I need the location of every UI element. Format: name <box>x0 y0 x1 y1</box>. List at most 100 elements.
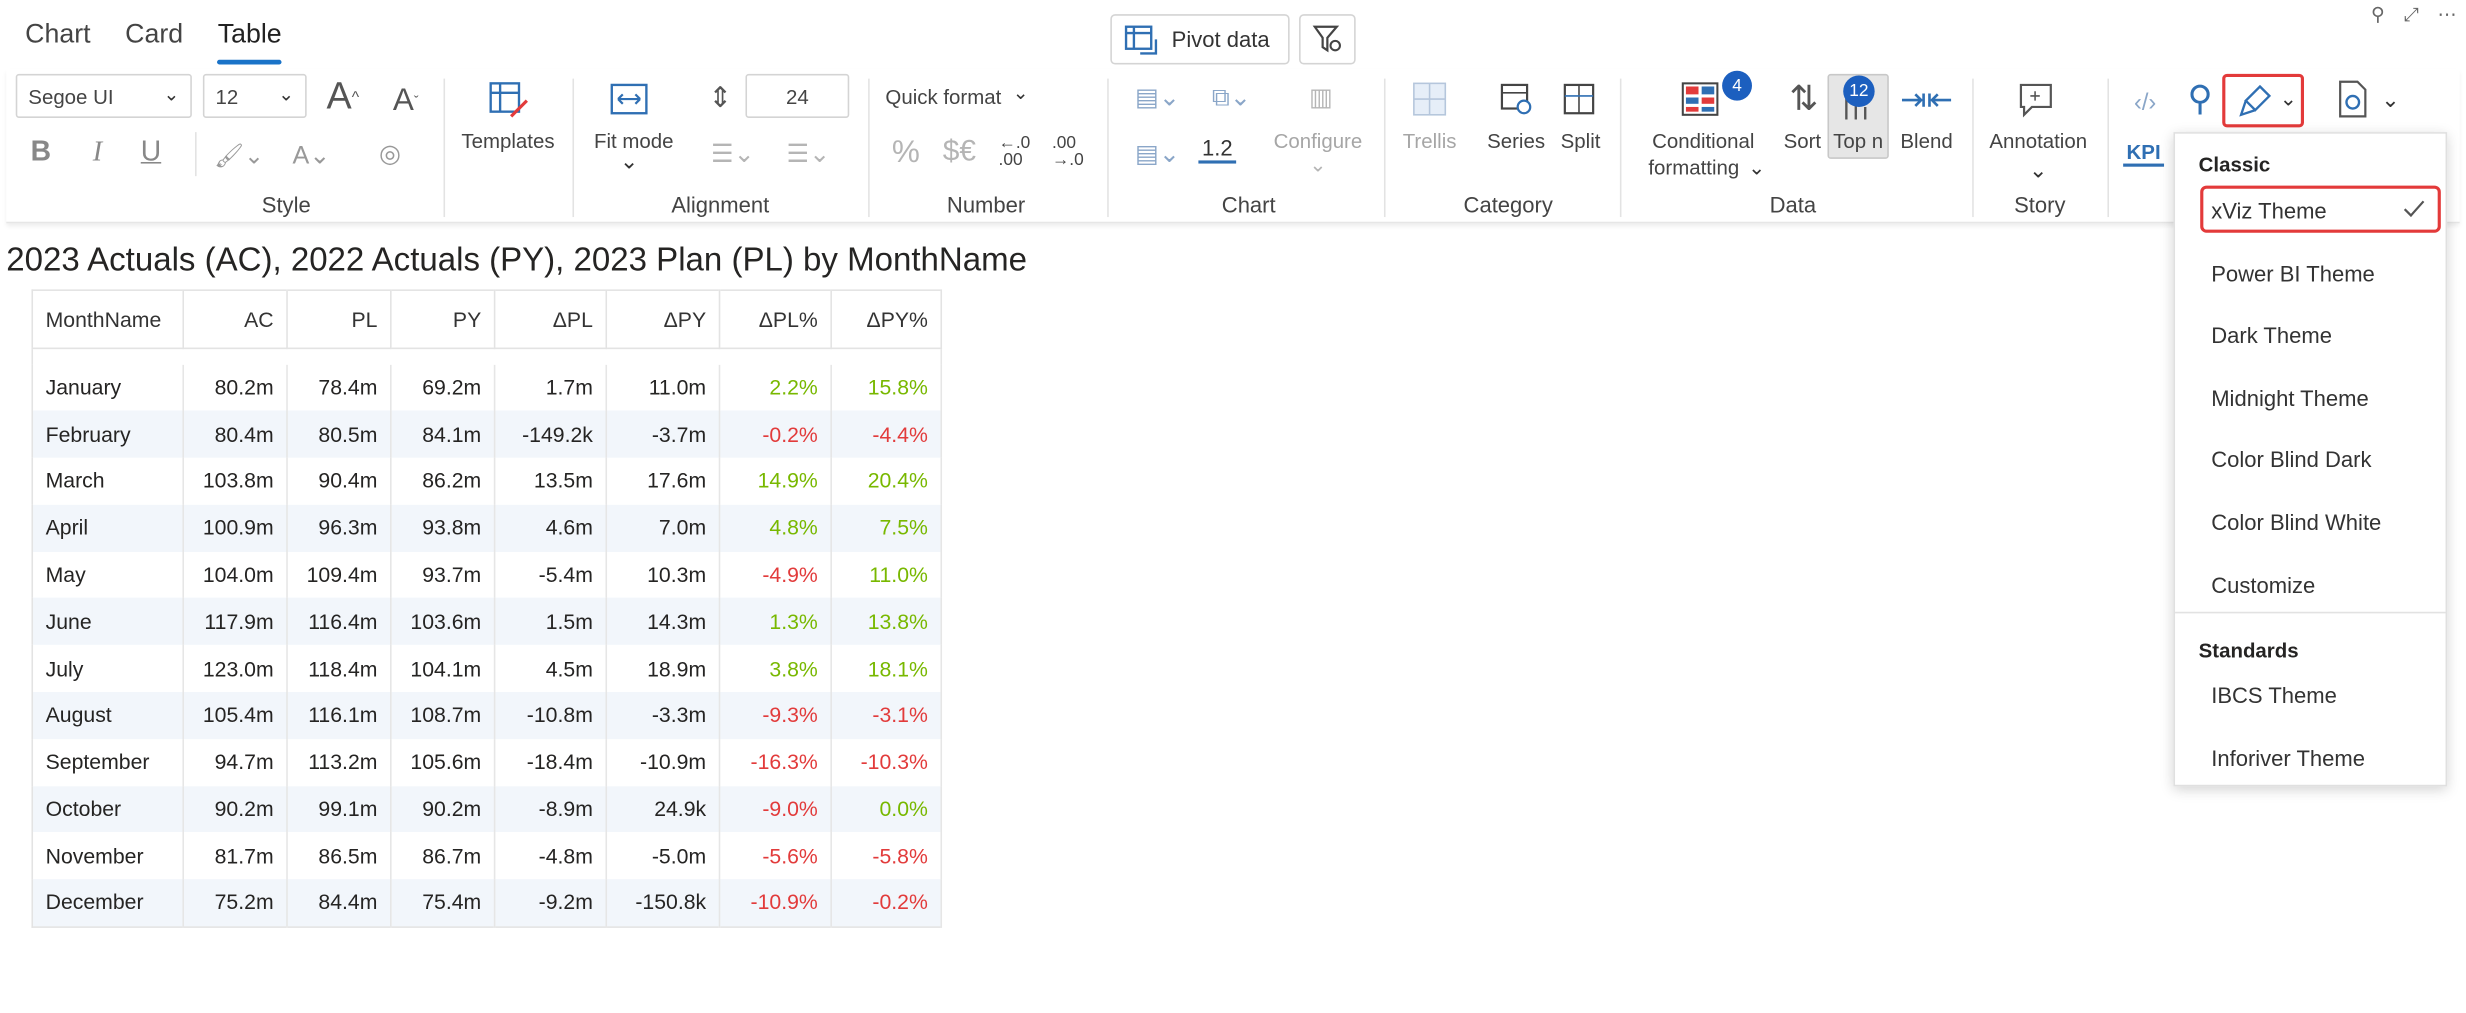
row-label-cell[interactable]: July <box>32 645 185 693</box>
underline-icon[interactable]: U <box>135 132 166 170</box>
value-cell[interactable]: 100.9m <box>183 504 288 552</box>
value-cell[interactable]: 24.9k <box>606 785 721 833</box>
value-cell[interactable]: 84.4m <box>287 879 392 927</box>
value-cell[interactable]: 75.4m <box>390 879 496 927</box>
column-header[interactable]: ΔPL <box>494 290 608 350</box>
value-cell[interactable]: 18.1% <box>831 645 943 693</box>
pivot-data-button[interactable]: Pivot data <box>1110 14 1290 65</box>
column-header[interactable]: PL <box>287 290 392 350</box>
value-cell[interactable]: -149.2k <box>494 410 608 458</box>
table-row[interactable]: October 90.2m 99.1m 90.2m -8.9m 24.9k -9.0% 0.0… <box>32 785 943 833</box>
sort-label[interactable]: Sort <box>1777 129 1827 153</box>
theme-option-dark[interactable]: Dark Theme <box>2211 322 2332 347</box>
value-cell[interactable]: 1.3% <box>719 598 832 646</box>
value-cell[interactable]: 13.5m <box>494 457 608 505</box>
row-label-cell[interactable]: December <box>32 879 185 927</box>
value-cell[interactable]: -10.3% <box>831 738 943 786</box>
value-cell[interactable]: 10.3m <box>606 551 721 599</box>
value-cell[interactable]: -5.6% <box>719 832 832 880</box>
value-cell[interactable]: 116.1m <box>287 692 392 739</box>
theme-option-inforiver[interactable]: Inforiver Theme <box>2211 745 2365 770</box>
conditional-formatting-label[interactable]: Conditional <box>1632 129 1774 153</box>
blend-label[interactable]: Blend <box>1895 129 1958 153</box>
chart-orientation-icon[interactable]: ▤⌄ <box>1126 135 1189 173</box>
value-cell[interactable]: -10.9m <box>606 738 721 786</box>
font-family-select[interactable]: Segoe UI ⌄ <box>15 73 192 118</box>
value-cell[interactable]: -3.7m <box>606 410 721 458</box>
configure-label[interactable]: Configure <box>1264 129 1371 153</box>
value-cell[interactable]: 78.4m <box>287 364 392 411</box>
table-row[interactable]: January 80.2m 78.4m 69.2m 1.7m 11.0m 2.2% 15.8% <box>32 364 943 411</box>
annotation-label[interactable]: Annotation <box>1978 129 2098 153</box>
value-cell[interactable]: 1.5m <box>494 598 608 646</box>
column-header[interactable]: MonthName <box>32 290 185 350</box>
table-row[interactable]: September 94.7m 113.2m 105.6m -18.4m -10.9m -1… <box>32 738 943 786</box>
column-header[interactable]: ΔPL% <box>719 290 832 350</box>
value-cell[interactable]: 4.8% <box>719 504 832 552</box>
sort-icon[interactable]: ⇅ <box>1783 79 1824 120</box>
row-label-cell[interactable]: March <box>32 457 185 505</box>
value-cell[interactable]: 116.4m <box>287 598 392 646</box>
row-label-cell[interactable]: August <box>32 692 185 739</box>
table-row[interactable]: August 105.4m 116.1m 108.7m -10.8m -3.3m -9.3%… <box>32 692 943 739</box>
column-header[interactable]: ΔPY <box>606 290 721 350</box>
value-cell[interactable]: 69.2m <box>390 364 496 411</box>
value-cell[interactable]: 113.2m <box>287 738 392 786</box>
annotation-icon[interactable] <box>2016 79 2060 120</box>
conditional-formatting-label-2[interactable]: formatting <box>1623 156 1765 180</box>
value-cell[interactable]: 86.2m <box>390 457 496 505</box>
value-cell[interactable]: -3.3m <box>606 692 721 739</box>
value-cell[interactable]: 13.8% <box>831 598 943 646</box>
value-cell[interactable]: -8.9m <box>494 785 608 833</box>
value-cell[interactable]: 86.7m <box>390 832 496 880</box>
tab-card[interactable]: Card <box>125 19 183 63</box>
table-row[interactable]: December 75.2m 84.4m 75.4m -9.2m -150.8k -10.9… <box>32 879 943 927</box>
decrease-decimal-icon[interactable]: ←.0.00 <box>994 132 1035 173</box>
value-cell[interactable]: 1.7m <box>494 364 608 411</box>
templates-icon[interactable] <box>486 79 530 123</box>
row-height-input[interactable]: 24 <box>745 73 850 118</box>
theme-option-color-blind-dark[interactable]: Color Blind Dark <box>2211 447 2371 472</box>
column-header[interactable]: ΔPY% <box>831 290 943 350</box>
value-cell[interactable]: -4.8m <box>494 832 608 880</box>
value-cell[interactable]: 4.6m <box>494 504 608 552</box>
value-cell[interactable]: 81.7m <box>183 832 288 880</box>
table-row[interactable]: February 80.4m 80.5m 84.1m -149.2k -3.7m -0.2%… <box>32 410 943 458</box>
value-cell[interactable]: -4.4% <box>831 410 943 458</box>
increase-font-icon[interactable]: A ^ <box>321 72 365 122</box>
series-icon[interactable] <box>1497 80 1535 118</box>
value-cell[interactable]: -10.9% <box>719 879 832 927</box>
theme-option-color-blind-white[interactable]: Color Blind White <box>2211 510 2381 535</box>
export-settings-icon[interactable] <box>2334 79 2372 120</box>
link-icon[interactable]: ‹/› <box>2126 85 2164 120</box>
focus-mode-icon[interactable]: ⤢ <box>2404 3 2419 27</box>
value-cell[interactable]: 7.0m <box>606 504 721 552</box>
chevron-down-icon[interactable]: ⌄ <box>2026 156 2051 182</box>
value-cell[interactable]: 104.1m <box>390 645 496 693</box>
value-cell[interactable]: 86.5m <box>287 832 392 880</box>
value-cell[interactable]: -3.1% <box>831 692 943 739</box>
chevron-down-icon[interactable]: ⌄ <box>1746 156 1768 181</box>
value-cell[interactable]: 103.8m <box>183 457 288 505</box>
value-cell[interactable]: 11.0m <box>606 364 721 411</box>
value-cell[interactable]: 93.7m <box>390 551 496 599</box>
value-cell[interactable]: -0.2% <box>831 879 943 927</box>
chart-layout-icon[interactable]: ⧉⌄ <box>1198 79 1264 117</box>
value-cell[interactable]: 123.0m <box>183 645 288 693</box>
table-row[interactable]: May 104.0m 109.4m 93.7m -5.4m 10.3m -4.9% 11.0% <box>32 551 943 599</box>
chevron-down-icon[interactable]: ⌄ <box>616 147 641 173</box>
value-cell[interactable]: 4.5m <box>494 645 608 693</box>
value-cell[interactable]: -9.2m <box>494 879 608 927</box>
column-header[interactable]: PY <box>390 290 496 350</box>
value-cell[interactable]: 90.2m <box>390 785 496 833</box>
trellis-label[interactable]: Trellis <box>1397 129 1463 153</box>
value-cell[interactable]: -9.0% <box>719 785 832 833</box>
vertical-align-icon[interactable]: ☰⌄ <box>777 135 840 173</box>
kpi-label[interactable]: KPI <box>2123 140 2165 167</box>
trellis-icon[interactable] <box>1411 80 1449 118</box>
fit-mode-icon[interactable] <box>609 82 650 117</box>
more-options-icon[interactable]: ⋯ <box>2438 3 2457 27</box>
value-cell[interactable]: 20.4% <box>831 457 943 505</box>
percent-icon[interactable]: % <box>887 132 925 173</box>
value-cell[interactable]: 18.9m <box>606 645 721 693</box>
